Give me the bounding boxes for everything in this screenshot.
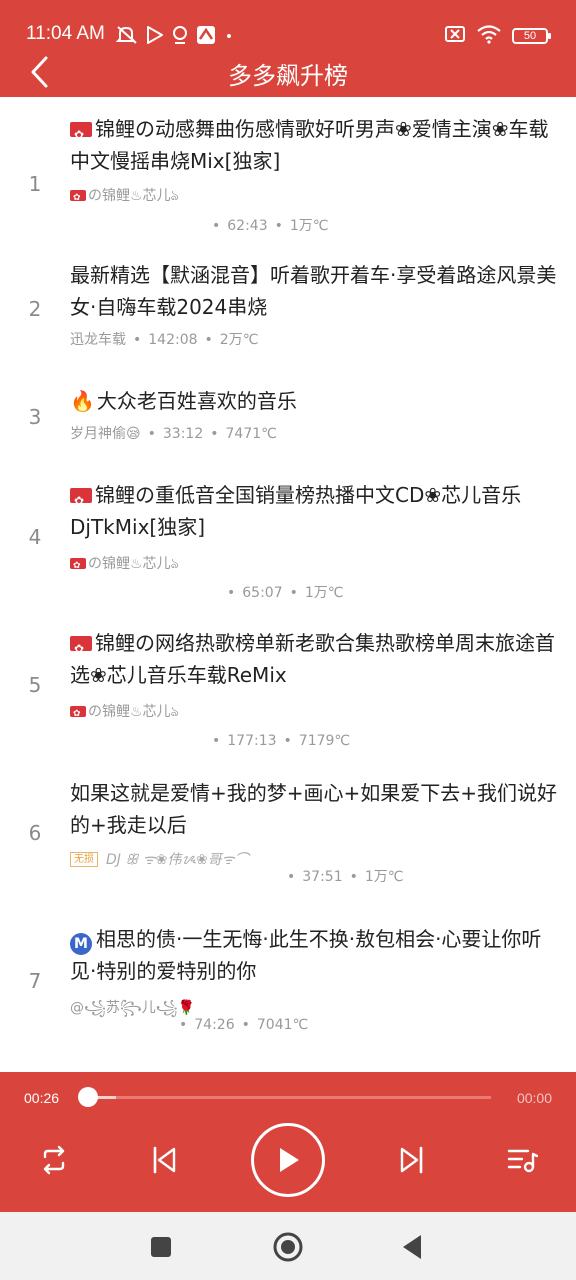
song-title: 锦鲤の重低音全国销量榜热播中文CD❀芯儿音乐DjTkMix[独家]	[70, 479, 560, 543]
song-artist: 岁月神偷😪	[70, 426, 141, 442]
list-item[interactable]: 2 最新精选【默涵混音】听着歌开着车·享受着路途风景美女·自嗨车载2024串烧 …	[0, 259, 576, 359]
rank-number: 2	[28, 297, 42, 321]
song-heat: 1万℃	[304, 585, 344, 601]
home-button[interactable]	[271, 1230, 305, 1264]
rank-number: 4	[28, 525, 42, 549]
metro-icon: M	[70, 933, 92, 955]
repeat-icon	[43, 1145, 65, 1175]
battery-icon: 50	[512, 28, 551, 44]
rank-number: 6	[28, 821, 42, 845]
rank-number: 7	[28, 969, 42, 993]
list-item[interactable]: 1 锦鲤の动感舞曲伤感情歌好听男声❀爱情主演❀车载中文慢摇串烧Mix[独家] の…	[0, 109, 576, 237]
list-item[interactable]: 4 锦鲤の重低音全国销量榜热播中文CD❀芯儿音乐DjTkMix[独家] の锦鲤♨…	[0, 479, 576, 609]
song-artist: の锦鲤♨芯儿ঌ	[70, 553, 560, 577]
rank-number: 5	[28, 673, 42, 697]
status-system-icons: 50	[444, 24, 551, 48]
play-store-icon	[146, 25, 164, 45]
song-duration: 37:51	[302, 869, 343, 885]
song-stats: • 177:13 • 7179℃	[212, 733, 351, 749]
wifi-icon	[476, 24, 502, 48]
song-artist: の锦鲤♨芯儿ঌ	[70, 185, 560, 209]
song-heat: 1万℃	[289, 218, 329, 234]
page-title: 多多飙升榜	[228, 62, 348, 90]
recents-button[interactable]	[144, 1230, 178, 1264]
location-icon	[172, 25, 188, 45]
skip-previous-icon	[153, 1146, 176, 1174]
mute-icon	[116, 25, 138, 45]
song-artist: @꧁苏꧂儿꧁🌹	[70, 1000, 196, 1016]
song-artist: の锦鲤♨芯儿ঌ	[70, 701, 560, 725]
song-artist: DJ ꕥ ᯤ❀伟ᝰ❀哥ᯤ⌒	[106, 852, 249, 868]
square-icon	[151, 1237, 171, 1257]
song-title: 锦鲤の动感舞曲伤感情歌好听男声❀爱情主演❀车载中文慢摇串烧Mix[独家]	[70, 113, 560, 177]
playlist-icon	[507, 1149, 538, 1173]
song-stats: • 62:43 • 1万℃	[212, 218, 329, 234]
more-notifications-icon	[224, 25, 234, 45]
list-item[interactable]: 7 M 相思的债·一生无悔·此生不换·敖包相会·心要让你听见·特别的爱特别的你 @…	[0, 923, 576, 1043]
song-heat: 1万℃	[364, 869, 404, 885]
home-circle-icon	[273, 1232, 303, 1262]
progress-thumb[interactable]	[78, 1087, 98, 1107]
song-stats: • 74:26 • 7041℃	[179, 1017, 309, 1033]
no-sim-icon	[444, 24, 466, 48]
hk-flag-icon	[70, 633, 92, 665]
app-header: 11:04 AM 50 多多飙升榜	[0, 0, 576, 97]
song-stats: 岁月神偷😪 • 33:12 • 7471℃	[70, 426, 277, 442]
list-item[interactable]: 3 🔥 大众老百姓喜欢的音乐 岁月神偷😪 • 33:12 • 7471℃	[0, 385, 576, 455]
status-bar: 11:04 AM 50	[0, 0, 576, 50]
song-title: M 相思的债·一生无悔·此生不换·敖包相会·心要让你听见·特别的爱特别的你	[70, 927, 542, 983]
system-back-button[interactable]	[395, 1230, 429, 1264]
hk-flag-icon	[70, 485, 92, 517]
song-duration: 177:13	[227, 733, 277, 749]
player-bar: 00:26 00:00	[0, 1072, 576, 1212]
play-button[interactable]	[251, 1123, 325, 1197]
current-time: 00:26	[24, 1090, 60, 1106]
hk-flag-icon	[70, 119, 92, 151]
song-stats: • 65:07 • 1万℃	[227, 585, 344, 601]
list-item[interactable]: 5 锦鲤の网络热歌榜单新老歌合集热歌榜单周末旅途首选❀芯儿音乐车载ReMix の…	[0, 627, 576, 757]
play-icon	[280, 1148, 299, 1172]
song-duration: 142:08	[148, 332, 198, 348]
app-notification-icon	[196, 25, 216, 45]
song-heat: 7179℃	[298, 733, 351, 749]
status-time: 11:04 AM	[26, 23, 105, 44]
song-stats: • 37:51 • 1万℃	[287, 869, 404, 885]
status-notification-icons	[116, 24, 234, 46]
song-title: 如果这就是爱情+我的梦+画心+如果爱下去+我们说好的+我走以后	[70, 781, 558, 837]
next-button[interactable]	[392, 1140, 432, 1180]
song-title: 🔥 大众老百姓喜欢的音乐	[70, 389, 297, 413]
previous-button[interactable]	[144, 1140, 184, 1180]
song-title: 锦鲤の网络热歌榜单新老歌合集热歌榜单周末旅途首选❀芯儿音乐车载ReMix	[70, 627, 560, 691]
rank-number: 1	[28, 172, 42, 196]
hk-flag-icon	[70, 187, 86, 209]
song-duration: 62:43	[227, 218, 268, 234]
song-heat: 2万℃	[219, 332, 259, 348]
end-time: 00:00	[516, 1090, 552, 1106]
song-heat: 7471℃	[225, 426, 277, 442]
progress-slider[interactable]	[78, 1087, 491, 1107]
song-duration: 33:12	[162, 426, 204, 442]
system-nav-bar	[0, 1212, 576, 1280]
rank-number: 3	[28, 405, 42, 429]
song-stats: 迅龙车载 • 142:08 • 2万℃	[70, 332, 259, 348]
song-title: 最新精选【默涵混音】听着歌开着车·享受着路途风景美女·自嗨车载2024串烧	[70, 263, 557, 319]
fire-icon: 🔥	[70, 389, 95, 413]
song-duration: 65:07	[242, 585, 283, 601]
song-artist: 迅龙车载	[70, 332, 126, 348]
hk-flag-icon	[70, 555, 86, 577]
hk-flag-icon	[70, 703, 86, 725]
list-item[interactable]: 6 如果这就是爱情+我的梦+画心+如果爱下去+我们说好的+我走以后 无损 DJ ꕥ…	[0, 777, 576, 907]
skip-next-icon	[400, 1146, 423, 1174]
triangle-back-icon	[403, 1235, 421, 1259]
playlist-button[interactable]	[502, 1140, 542, 1180]
repeat-button[interactable]	[34, 1140, 74, 1180]
song-duration: 74:26	[194, 1017, 235, 1033]
song-heat: 7041℃	[256, 1017, 309, 1033]
lossless-badge: 无损	[70, 852, 98, 867]
